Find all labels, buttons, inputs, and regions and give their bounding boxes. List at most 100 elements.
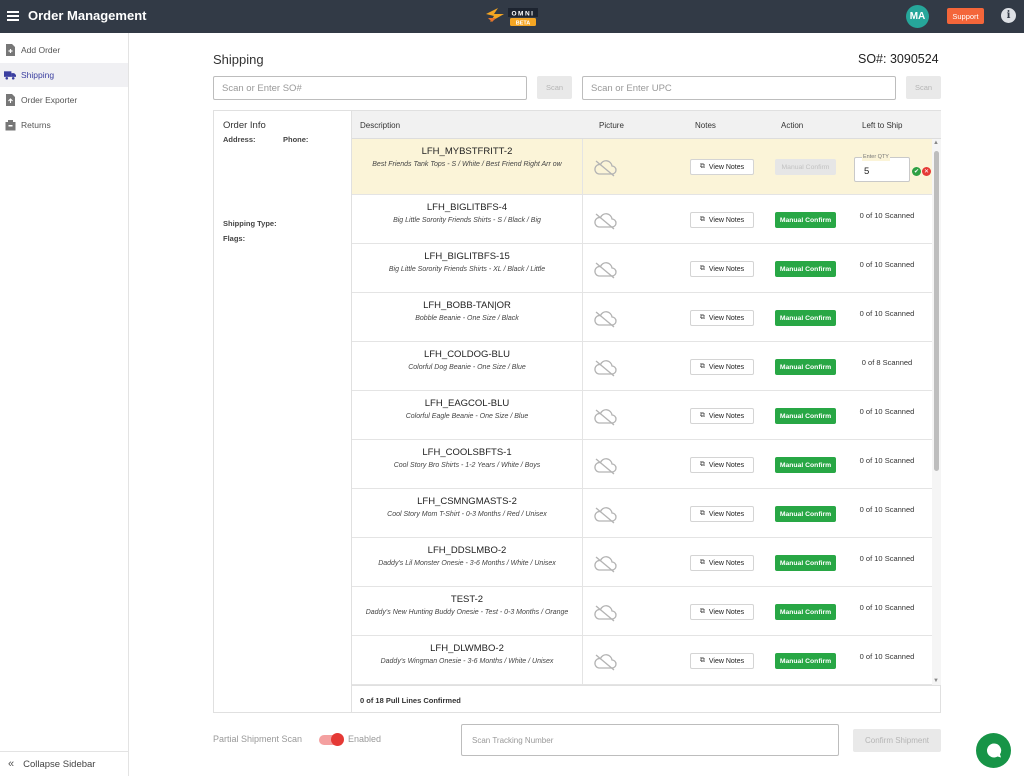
table-row: LFH_BOBB-TAN|OR Bobble Beanie - One Size …	[352, 293, 932, 342]
manual-confirm-button[interactable]: Manual Confirm	[775, 212, 836, 228]
external-link-icon: ⧉	[699, 363, 705, 370]
double-chevron-left-icon: «	[8, 758, 15, 770]
order-info-title: Order Info	[223, 120, 266, 131]
view-notes-label: View Notes	[708, 559, 745, 567]
row-sku: LFH_BOBB-TAN|OR	[423, 300, 511, 311]
sidebar-item-returns[interactable]: Returns	[0, 113, 128, 137]
confirm-check-icon[interactable]: ✔	[912, 167, 921, 176]
table-row: LFH_BIGLITBFS-4 Big Little Sorority Frien…	[352, 195, 932, 244]
table-row: LFH_EAGCOL-BLU Colorful Eagle Beanie - On…	[352, 391, 932, 440]
add-document-icon	[4, 44, 16, 56]
left-to-ship: 0 of 10 Scanned	[859, 309, 915, 318]
support-button[interactable]: Support	[947, 8, 984, 24]
view-notes-label: View Notes	[708, 461, 745, 469]
sidebar-item-label: Shipping	[21, 70, 55, 80]
left-to-ship: 0 of 10 Scanned	[859, 407, 915, 416]
manual-confirm-button[interactable]: Manual Confirm	[775, 159, 836, 175]
left-to-ship: 0 of 10 Scanned	[859, 260, 915, 269]
sidebar-item-label: Add Order	[21, 45, 61, 55]
page-title: Shipping	[213, 52, 264, 67]
no-image-icon	[592, 604, 618, 622]
manual-confirm-button[interactable]: Manual Confirm	[775, 555, 836, 571]
header-action: Action	[781, 121, 804, 130]
menu-icon[interactable]	[7, 11, 19, 21]
address-label: Address:	[223, 135, 256, 144]
row-description: Daddy's New Hunting Buddy Onesie - Test …	[365, 609, 569, 616]
quantity-value: 5	[864, 166, 870, 177]
row-sku: LFH_COOLSBFTS-1	[422, 447, 512, 458]
manual-confirm-button[interactable]: Manual Confirm	[775, 604, 836, 620]
header-notes: Notes	[695, 121, 716, 130]
view-notes-button[interactable]: ⧉ View Notes	[690, 408, 754, 424]
phone-label: Phone:	[283, 135, 309, 144]
table-row: LFH_COOLSBFTS-1 Cool Story Bro Shirts - 1…	[352, 440, 932, 489]
view-notes-button[interactable]: ⧉ View Notes	[690, 457, 754, 473]
manual-confirm-button[interactable]: Manual Confirm	[775, 261, 836, 277]
upc-scan-button[interactable]: Scan	[906, 76, 941, 99]
export-document-icon	[4, 94, 16, 106]
sidebar-item-label: Order Exporter	[21, 95, 78, 105]
logo-text: OMNI	[512, 11, 535, 18]
table-scrollbar[interactable]: ▲ ▼	[932, 139, 941, 685]
view-notes-button[interactable]: ⧉ View Notes	[690, 261, 754, 277]
box-return-icon	[4, 119, 16, 131]
sidebar: Add Order Shipping Order Exporter Return…	[0, 33, 129, 776]
view-notes-button[interactable]: ⧉ View Notes	[690, 653, 754, 669]
sidebar-item-add-order[interactable]: Add Order	[0, 38, 128, 62]
row-sku: TEST-2	[450, 594, 484, 605]
truck-icon	[4, 69, 16, 81]
so-search-input[interactable]: Scan or Enter SO#	[213, 76, 527, 100]
view-notes-button[interactable]: ⧉ View Notes	[690, 359, 754, 375]
row-description: Colorful Eagle Beanie - One Size / Blue	[405, 413, 529, 420]
scroll-up-icon[interactable]: ▲	[933, 140, 939, 146]
scrollbar-thumb[interactable]	[934, 151, 939, 471]
row-description: Bobble Beanie - One Size / Black	[415, 315, 519, 322]
confirm-shipment-button[interactable]: Confirm Shipment	[853, 729, 941, 752]
manual-confirm-button[interactable]: Manual Confirm	[775, 359, 836, 375]
view-notes-button[interactable]: ⧉ View Notes	[690, 555, 754, 571]
sidebar-item-label: Returns	[21, 120, 51, 130]
no-image-icon	[592, 555, 618, 573]
view-notes-button[interactable]: ⧉ View Notes	[690, 212, 754, 228]
view-notes-label: View Notes	[708, 314, 745, 322]
row-sku: LFH_CSMNGMASTS-2	[417, 496, 517, 507]
row-description: Big Little Sorority Friends Shirts - S /…	[393, 217, 541, 224]
shipping-card: Order Info Address: Phone: Shipping Type…	[213, 110, 941, 713]
manual-confirm-button[interactable]: Manual Confirm	[775, 653, 836, 669]
collapse-sidebar-button[interactable]: « Collapse Sidebar	[0, 751, 128, 776]
external-link-icon: ⧉	[699, 216, 705, 223]
info-icon[interactable]: i	[1001, 8, 1016, 23]
sidebar-item-order-exporter[interactable]: Order Exporter	[0, 88, 128, 112]
quantity-input[interactable]: Enter QTY 5	[854, 154, 910, 182]
view-notes-button[interactable]: ⧉ View Notes	[690, 159, 754, 175]
view-notes-button[interactable]: ⧉ View Notes	[690, 506, 754, 522]
manual-confirm-button[interactable]: Manual Confirm	[775, 457, 836, 473]
left-to-ship: 0 of 8 Scanned	[861, 358, 913, 367]
external-link-icon: ⧉	[699, 461, 705, 468]
top-bar: Order Management OMNI BETA MA Support i	[0, 0, 1024, 33]
scroll-down-icon[interactable]: ▼	[933, 678, 939, 684]
table-row: LFH_DDSLMBO-2 Daddy's Lil Monster Onesie …	[352, 538, 932, 587]
view-notes-button[interactable]: ⧉ View Notes	[690, 310, 754, 326]
row-description: Cool Story Bro Shirts - 1-2 Years / Whit…	[393, 462, 541, 469]
manual-confirm-button[interactable]: Manual Confirm	[775, 310, 836, 326]
app-title: Order Management	[28, 8, 147, 23]
no-image-icon	[592, 159, 618, 177]
tracking-number-input[interactable]: Scan Tracking Number	[461, 724, 839, 756]
manual-confirm-button[interactable]: Manual Confirm	[775, 408, 836, 424]
sidebar-item-shipping[interactable]: Shipping	[0, 63, 128, 87]
partial-shipment-toggle[interactable]	[319, 733, 344, 746]
view-notes-button[interactable]: ⧉ View Notes	[690, 604, 754, 620]
table-footer: 0 of 18 Pull Lines Confirmed	[352, 685, 941, 712]
cancel-x-icon[interactable]: ✕	[922, 167, 931, 176]
table-row: LFH_CSMNGMASTS-2 Cool Story Mom T-Shirt -…	[352, 489, 932, 538]
manual-confirm-button[interactable]: Manual Confirm	[775, 506, 836, 522]
upc-search-input[interactable]: Scan or Enter UPC	[582, 76, 896, 100]
so-scan-button[interactable]: Scan	[537, 76, 572, 99]
partial-shipment-label: Partial Shipment Scan	[213, 734, 303, 744]
view-notes-label: View Notes	[708, 608, 745, 616]
left-to-ship: 0 of 10 Scanned	[859, 603, 915, 612]
left-to-ship: 0 of 10 Scanned	[859, 554, 915, 563]
chat-icon[interactable]	[976, 733, 1011, 768]
avatar[interactable]: MA	[906, 5, 929, 28]
